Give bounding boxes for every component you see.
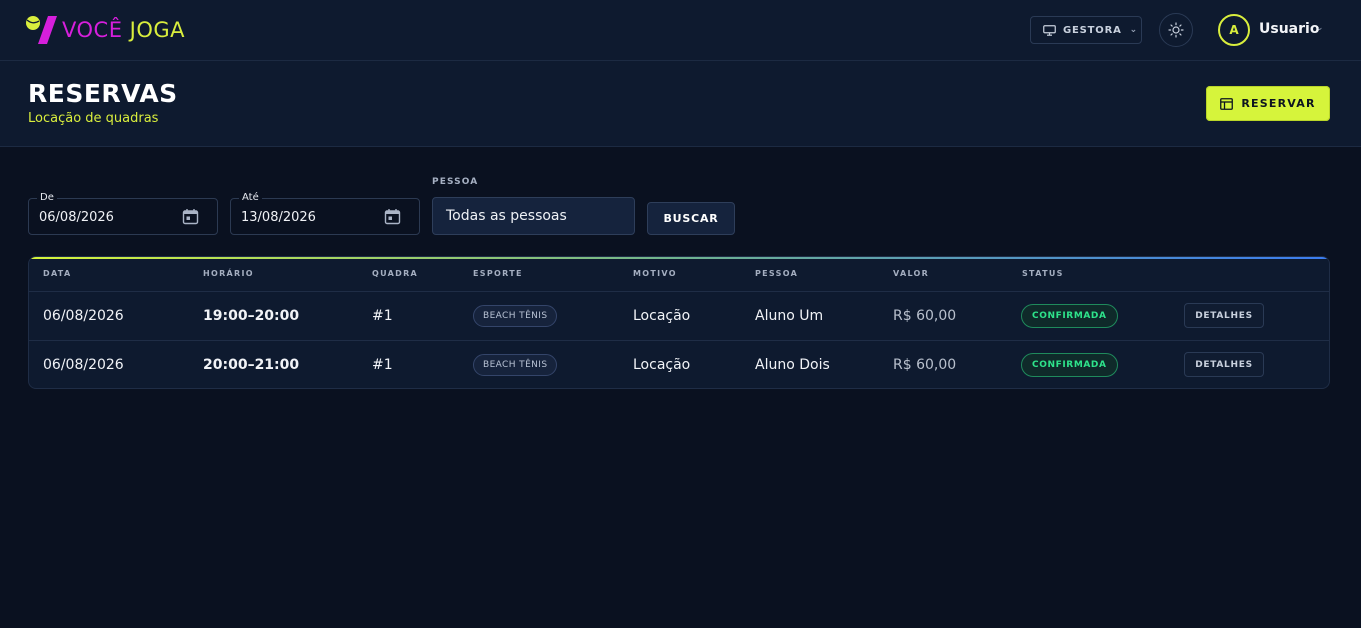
search-button[interactable]: BUSCAR [647, 202, 735, 235]
calendar-icon[interactable] [384, 208, 401, 225]
chevron-down-icon[interactable]: ⌄ [1316, 23, 1324, 33]
top-navbar: VOCÊ JOGA GESTORA ⌄ A Usuario ⌄ [0, 0, 1361, 61]
table-row[interactable]: 06/08/2026 20:00–21:00 #1 BEACH TÊNIS Lo… [29, 340, 1329, 388]
column-header-esporte: ESPORTE [473, 269, 523, 278]
chevron-down-icon: ⌄ [1129, 25, 1138, 35]
to-date-label: Até [239, 192, 262, 203]
from-date-field[interactable]: De 06/08/2026 [28, 192, 218, 235]
theme-toggle-button[interactable] [1159, 13, 1193, 47]
details-button[interactable]: DETALHES [1184, 352, 1264, 377]
status-badge: CONFIRMADA [1021, 304, 1118, 328]
status-badge: CONFIRMADA [1021, 353, 1118, 377]
user-name[interactable]: Usuario [1259, 21, 1319, 37]
row-reason: Locação [633, 357, 691, 373]
column-header-status: STATUS [1022, 269, 1064, 278]
new-reservation-button[interactable]: RESERVAR [1206, 86, 1330, 121]
row-date: 06/08/2026 [43, 308, 124, 324]
column-header-motivo: MOTIVO [633, 269, 677, 278]
brand-logo[interactable]: VOCÊ JOGA [24, 14, 185, 46]
column-header-data: DATA [43, 269, 72, 278]
calendar-grid-icon [1220, 97, 1234, 110]
person-filter-label: PESSOA [432, 177, 479, 187]
monitor-icon [1043, 24, 1056, 36]
row-court: #1 [372, 357, 393, 373]
page-header: RESERVAS Locação de quadras RESERVAR [0, 61, 1361, 147]
person-filter-value: Todas as pessoas [446, 208, 567, 224]
avatar-initial: A [1229, 23, 1239, 37]
row-person: Aluno Um [755, 308, 824, 324]
page-subtitle: Locação de quadras [28, 111, 159, 126]
row-time: 19:00–20:00 [203, 308, 300, 324]
details-button[interactable]: DETALHES [1184, 303, 1264, 328]
row-value: R$ 60,00 [893, 357, 957, 373]
column-header-horario: HORÁRIO [203, 269, 254, 278]
page-title: RESERVAS [28, 79, 178, 108]
sport-badge: BEACH TÊNIS [473, 354, 558, 376]
role-label: GESTORA [1063, 24, 1122, 36]
person-filter-select[interactable]: Todas as pessoas [432, 197, 635, 235]
to-date-field[interactable]: Até 13/08/2026 [230, 192, 420, 235]
brand-name: VOCÊ JOGA [62, 18, 186, 42]
role-selector-button[interactable]: GESTORA ⌄ [1030, 16, 1142, 44]
row-person: Aluno Dois [755, 357, 830, 373]
from-date-label: De [37, 192, 57, 203]
column-header-quadra: QUADRA [372, 269, 419, 278]
row-date: 06/08/2026 [43, 357, 124, 373]
new-reservation-label: RESERVAR [1241, 97, 1316, 110]
table-row[interactable]: 06/08/2026 19:00–20:00 #1 BEACH TÊNIS Lo… [29, 291, 1329, 340]
calendar-icon[interactable] [182, 208, 199, 225]
sun-icon [1168, 22, 1184, 38]
from-date-value[interactable]: 06/08/2026 [39, 210, 114, 225]
row-time: 20:00–21:00 [203, 357, 300, 373]
user-avatar[interactable]: A [1218, 14, 1250, 46]
sport-badge: BEACH TÊNIS [473, 305, 558, 327]
search-button-label: BUSCAR [663, 212, 719, 225]
column-header-pessoa: PESSOA [755, 269, 799, 278]
reservations-table: DATA HORÁRIO QUADRA ESPORTE MOTIVO PESSO… [28, 256, 1330, 389]
row-value: R$ 60,00 [893, 308, 957, 324]
to-date-value[interactable]: 13/08/2026 [241, 210, 316, 225]
table-accent-bar [29, 257, 1329, 259]
tennis-ball-logo-icon [26, 16, 57, 44]
row-court: #1 [372, 308, 393, 324]
column-header-valor: VALOR [893, 269, 930, 278]
row-reason: Locação [633, 308, 691, 324]
